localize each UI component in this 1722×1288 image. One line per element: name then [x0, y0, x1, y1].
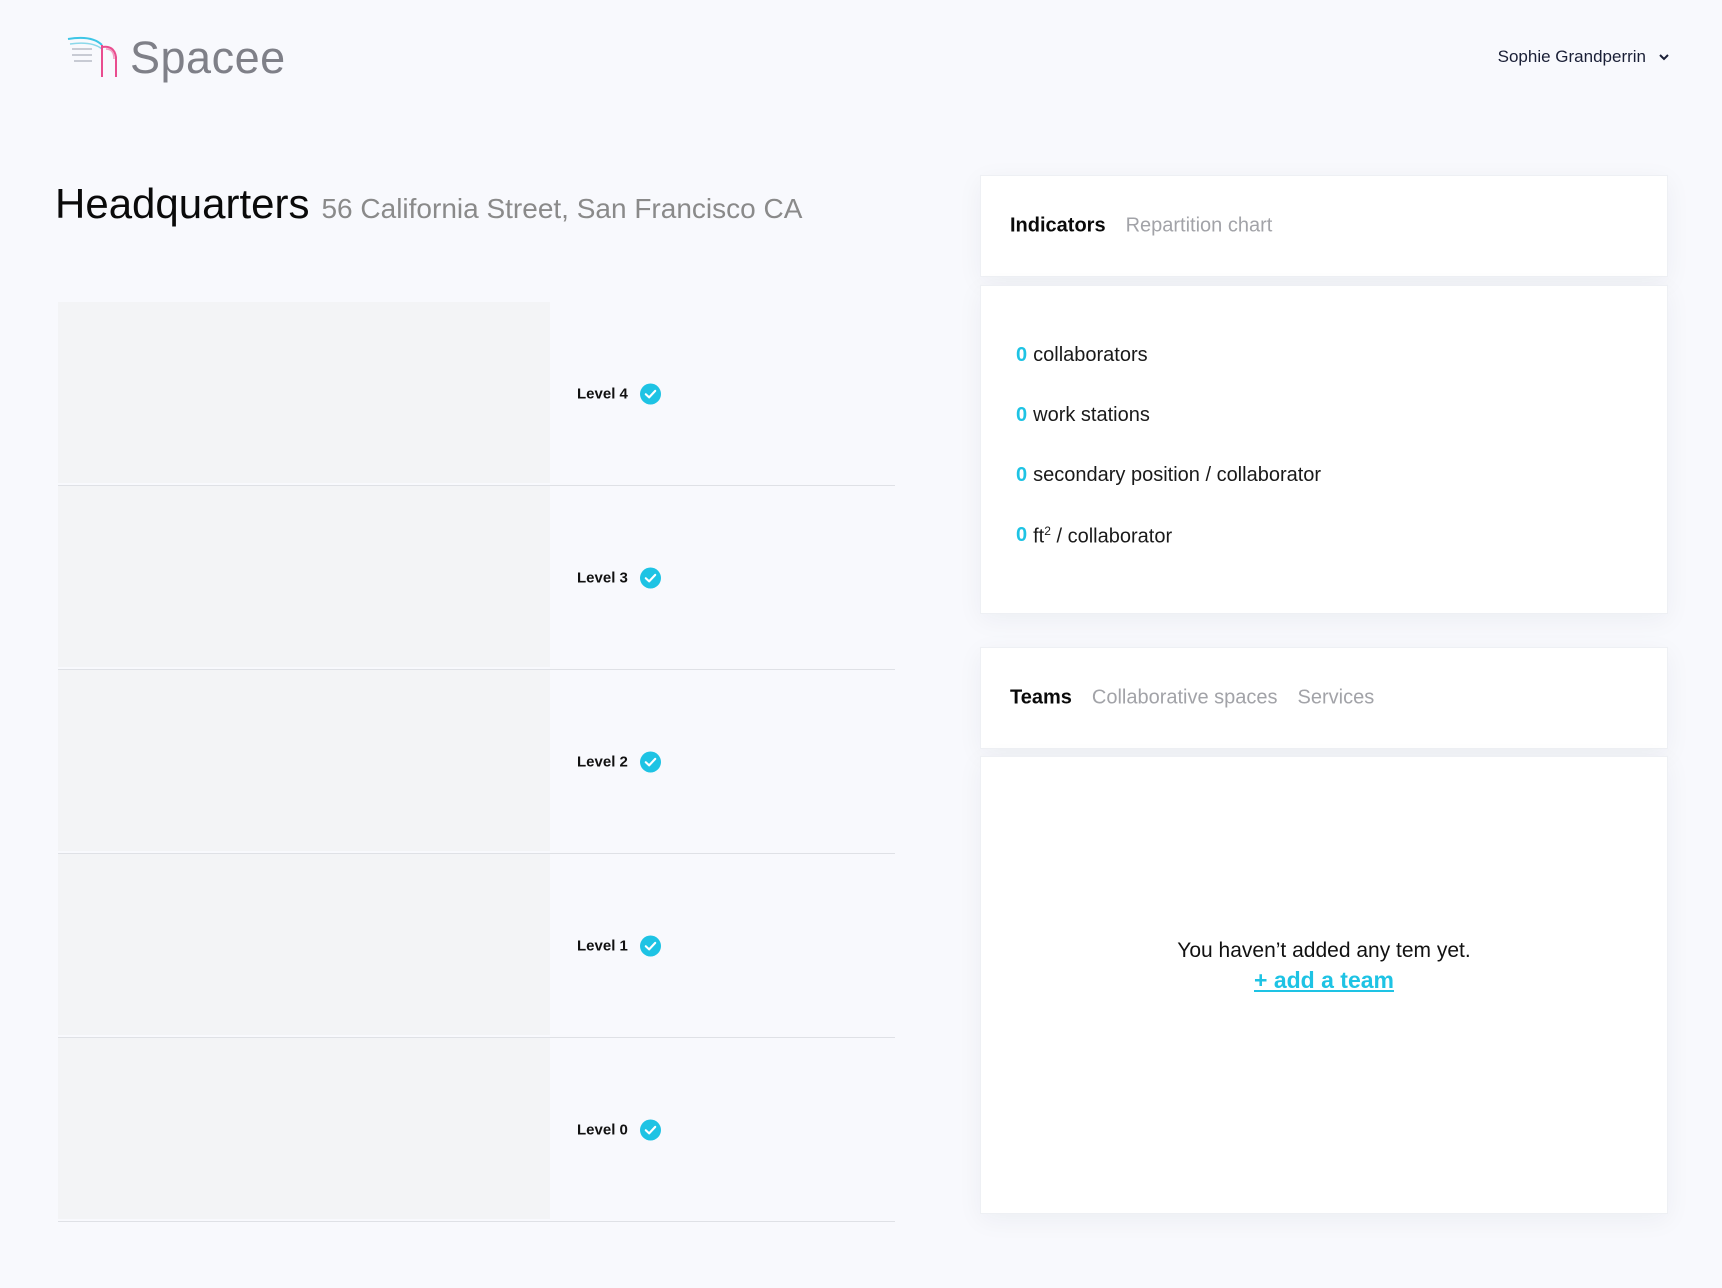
level-row[interactable]: Level 3: [58, 486, 895, 670]
tab-repartition-chart[interactable]: Repartition chart: [1126, 215, 1273, 238]
level-thumbnail: [58, 670, 550, 851]
indicator-label: ft2 / collaborator: [1033, 524, 1172, 549]
indicator-work-stations: 0 work stations: [1016, 404, 1321, 464]
indicator-label-suffix: / collaborator: [1050, 525, 1173, 548]
indicators-panel: 0 collaborators 0 work stations 0 second…: [980, 285, 1668, 614]
user-name: Sophie Grandperrin: [1497, 47, 1646, 66]
check-circle-icon: [639, 567, 661, 588]
page-address: 56 California Street, San Francisco CA: [321, 193, 803, 224]
level-label: Level 1: [577, 937, 628, 954]
indicator-label: secondary position / collaborator: [1033, 464, 1322, 486]
spacee-logo-icon: [67, 36, 117, 77]
chevron-down-icon: [1659, 54, 1669, 61]
indicators-tabs: Indicators Repartition chart: [1010, 215, 1292, 238]
indicator-collaborators: 0 collaborators: [1016, 344, 1321, 404]
level-row[interactable]: Level 0: [58, 1038, 895, 1222]
user-menu[interactable]: Sophie Grandperrin: [1498, 47, 1670, 67]
level-thumbnail: [58, 486, 550, 667]
teams-panel: You haven’t added any tem yet. + add a t…: [980, 756, 1668, 1214]
brand-name: Spacee: [130, 32, 286, 83]
level-row[interactable]: Level 4: [58, 302, 895, 486]
teams-empty-state: You haven’t added any tem yet. + add a t…: [981, 939, 1667, 994]
level-label: Level 4: [577, 385, 628, 402]
check-circle-icon: [639, 383, 661, 404]
indicator-value: 0: [1016, 344, 1028, 366]
level-label: Level 3: [577, 569, 628, 586]
brand-logo[interactable]: Spacee: [62, 30, 286, 86]
check-circle-icon: [639, 935, 661, 956]
indicator-value: 0: [1016, 524, 1028, 546]
tab-indicators[interactable]: Indicators: [1010, 215, 1106, 238]
tab-services[interactable]: Services: [1298, 687, 1375, 710]
teams-tabs-card: Teams Collaborative spaces Services: [980, 647, 1668, 749]
level-row[interactable]: Level 1: [58, 854, 895, 1038]
indicators-list: 0 collaborators 0 work stations 0 second…: [1016, 344, 1321, 584]
levels-list: Level 4 Level 3 Level 2 Level 1 Level 0: [58, 302, 895, 1222]
level-thumbnail: [58, 854, 550, 1035]
indicator-value: 0: [1016, 464, 1028, 486]
page-title: Headquarters: [55, 180, 310, 227]
indicator-unit-exponent: 2: [1044, 524, 1051, 538]
check-circle-icon: [639, 751, 661, 772]
indicator-label: work stations: [1033, 404, 1150, 426]
page-header: Headquarters 56 California Street, San F…: [55, 180, 802, 228]
level-label: Level 0: [577, 1121, 628, 1138]
tab-teams[interactable]: Teams: [1010, 687, 1072, 710]
level-thumbnail: [58, 302, 550, 483]
indicator-secondary-position: 0 secondary position / collaborator: [1016, 464, 1321, 524]
teams-tabs: Teams Collaborative spaces Services: [1010, 687, 1394, 710]
level-row[interactable]: Level 2: [58, 670, 895, 854]
level-thumbnail: [58, 1038, 550, 1219]
indicators-tabs-card: Indicators Repartition chart: [980, 175, 1668, 277]
indicator-area-per-collaborator: 0 ft2 / collaborator: [1016, 524, 1321, 584]
indicator-label: collaborators: [1033, 344, 1148, 366]
empty-message: You haven’t added any tem yet.: [1177, 939, 1471, 962]
level-label: Level 2: [577, 753, 628, 770]
tab-collaborative-spaces[interactable]: Collaborative spaces: [1092, 687, 1278, 710]
add-team-link[interactable]: + add a team: [1254, 967, 1394, 994]
check-circle-icon: [639, 1119, 661, 1140]
indicator-unit: ft: [1033, 525, 1045, 548]
indicator-value: 0: [1016, 404, 1028, 426]
